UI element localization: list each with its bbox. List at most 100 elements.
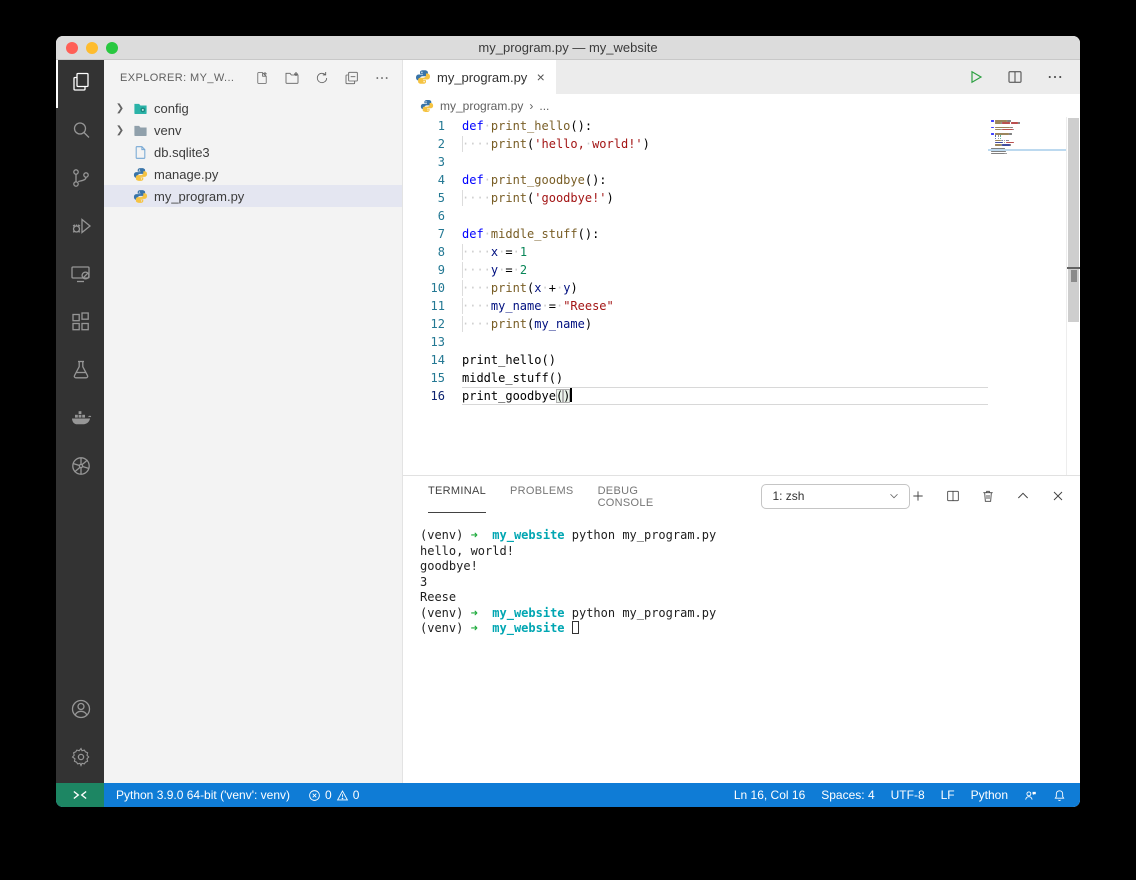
feedback-button[interactable] <box>1024 789 1037 802</box>
file-item-config[interactable]: ❯config <box>104 97 402 119</box>
line-number: 13 <box>403 333 462 351</box>
code-line-3[interactable]: 3 <box>403 153 988 171</box>
cursor-position-label: Ln 16, Col 16 <box>734 788 805 802</box>
code-line-13[interactable]: 13 <box>403 333 988 351</box>
language-mode-button[interactable]: Python <box>971 788 1008 802</box>
kill-terminal-button[interactable] <box>980 488 996 504</box>
code-line-16[interactable]: 16print_goodbye() <box>403 387 988 405</box>
activity-item-account[interactable] <box>56 687 104 735</box>
error-count: 0 <box>325 788 332 802</box>
activity-item-testing[interactable] <box>56 348 104 396</box>
line-content: ····print('hello,·world!') <box>462 135 988 153</box>
panel-tab-problems[interactable]: PROBLEMS <box>510 479 574 513</box>
run-debug-icon <box>69 214 93 243</box>
line-content: ····print('goodbye!') <box>462 189 988 207</box>
chevron-right-icon: ❯ <box>112 103 128 114</box>
activity-item-kubernetes[interactable] <box>56 444 104 492</box>
code-line-5[interactable]: 5····print('goodbye!') <box>403 189 988 207</box>
code-line-4[interactable]: 4def·print_goodbye(): <box>403 171 988 189</box>
terminal-line: goodbye! <box>420 559 1080 575</box>
activity-item-extensions[interactable] <box>56 300 104 348</box>
cursor-position-button[interactable]: Ln 16, Col 16 <box>734 788 805 802</box>
more-actions-icon[interactable] <box>374 70 390 86</box>
file-item-manage-py[interactable]: ❯manage.py <box>104 163 402 185</box>
file-item-my-program-py[interactable]: ❯my_program.py <box>104 185 402 207</box>
run-button[interactable] <box>966 68 984 86</box>
problems-button[interactable]: 0 0 <box>308 788 359 802</box>
code-line-6[interactable]: 6 <box>403 207 988 225</box>
tab-my-program-py[interactable]: my_program.py × <box>403 60 556 94</box>
indentation-button[interactable]: Spaces: 4 <box>821 788 874 802</box>
line-content <box>462 207 988 225</box>
code-line-15[interactable]: 15middle_stuff() <box>403 369 988 387</box>
terminal-shell-select[interactable]: 1: zsh <box>761 484 910 509</box>
split-terminal-button[interactable] <box>945 488 961 504</box>
terminal-output[interactable]: (venv) ➜ my_website python my_program.py… <box>403 516 1080 637</box>
minimap[interactable] <box>988 117 1066 155</box>
code-line-11[interactable]: 11····my_name·=·"Reese" <box>403 297 988 315</box>
close-panel-button[interactable] <box>1050 488 1066 504</box>
activity-item-remote-explorer[interactable] <box>56 252 104 300</box>
maximize-window-button[interactable] <box>106 42 118 54</box>
code-line-8[interactable]: 8····x·=·1 <box>403 243 988 261</box>
encoding-button[interactable]: UTF-8 <box>891 788 925 802</box>
code-line-14[interactable]: 14print_hello() <box>403 351 988 369</box>
explorer-icon <box>69 70 93 99</box>
code-line-7[interactable]: 7def·middle_stuff(): <box>403 225 988 243</box>
minimize-window-button[interactable] <box>86 42 98 54</box>
remote-explorer-icon <box>69 262 93 291</box>
split-editor-button[interactable] <box>1006 68 1024 86</box>
new-folder-icon[interactable] <box>284 70 300 86</box>
code-line-12[interactable]: 12····print(my_name) <box>403 315 988 333</box>
code-line-9[interactable]: 9····y·=·2 <box>403 261 988 279</box>
new-terminal-button[interactable] <box>910 488 926 504</box>
code-line-1[interactable]: 1def·print_hello(): <box>403 117 988 135</box>
line-number: 9 <box>403 261 462 279</box>
editor-scrollbar[interactable] <box>1066 117 1080 475</box>
folder-config-icon <box>132 100 148 116</box>
close-tab-icon[interactable]: × <box>533 69 548 85</box>
activity-item-settings[interactable] <box>56 735 104 783</box>
status-bar: Python 3.9.0 64-bit ('venv': venv) 0 0 L… <box>56 783 1080 807</box>
line-number: 2 <box>403 135 462 153</box>
title-bar: my_program.py — my_website <box>56 36 1080 60</box>
more-actions-button[interactable] <box>1046 68 1064 86</box>
activity-item-docker[interactable] <box>56 396 104 444</box>
close-window-button[interactable] <box>66 42 78 54</box>
line-number: 15 <box>403 369 462 387</box>
file-label: my_program.py <box>154 189 244 204</box>
activity-item-source-control[interactable] <box>56 156 104 204</box>
file-item-venv[interactable]: ❯venv <box>104 119 402 141</box>
remote-indicator-button[interactable] <box>56 783 104 807</box>
scrollbar-slider[interactable] <box>1068 118 1079 322</box>
python-version-label: Python 3.9.0 64-bit ('venv': venv) <box>116 788 290 802</box>
collapse-folders-icon[interactable] <box>344 70 360 86</box>
error-icon <box>308 789 321 802</box>
file-label: manage.py <box>154 167 218 182</box>
python-interpreter-button[interactable]: Python 3.9.0 64-bit ('venv': venv) <box>116 788 290 802</box>
line-content: ····print(my_name) <box>462 315 988 333</box>
new-file-icon[interactable] <box>254 70 270 86</box>
panel-tab-debug-console[interactable]: DEBUG CONSOLE <box>598 479 676 513</box>
maximize-panel-button[interactable] <box>1015 488 1031 504</box>
notifications-button[interactable] <box>1053 789 1066 802</box>
panel-tab-terminal[interactable]: TERMINAL <box>428 479 486 513</box>
warning-icon <box>336 789 349 802</box>
breadcrumb[interactable]: my_program.py › ... <box>403 94 1080 117</box>
breadcrumb-rest[interactable]: ... <box>539 99 549 113</box>
activity-item-run-debug[interactable] <box>56 204 104 252</box>
file-item-db-sqlite3[interactable]: ❯db.sqlite3 <box>104 141 402 163</box>
python-file-icon <box>415 69 431 85</box>
activity-item-explorer[interactable] <box>56 60 104 108</box>
code-editor[interactable]: 1def·print_hello():2····print('hello,·wo… <box>403 117 1080 475</box>
eol-button[interactable]: LF <box>941 788 955 802</box>
breadcrumb-file[interactable]: my_program.py <box>440 99 523 113</box>
chevron-right-icon: ❯ <box>112 125 128 136</box>
code-line-2[interactable]: 2····print('hello,·world!') <box>403 135 988 153</box>
activity-item-search[interactable] <box>56 108 104 156</box>
code-line-10[interactable]: 10····print(x·+·y) <box>403 279 988 297</box>
line-number: 10 <box>403 279 462 297</box>
line-content: print_hello() <box>462 351 988 369</box>
refresh-explorer-icon[interactable] <box>314 70 330 86</box>
line-content: def·print_hello(): <box>462 117 988 135</box>
